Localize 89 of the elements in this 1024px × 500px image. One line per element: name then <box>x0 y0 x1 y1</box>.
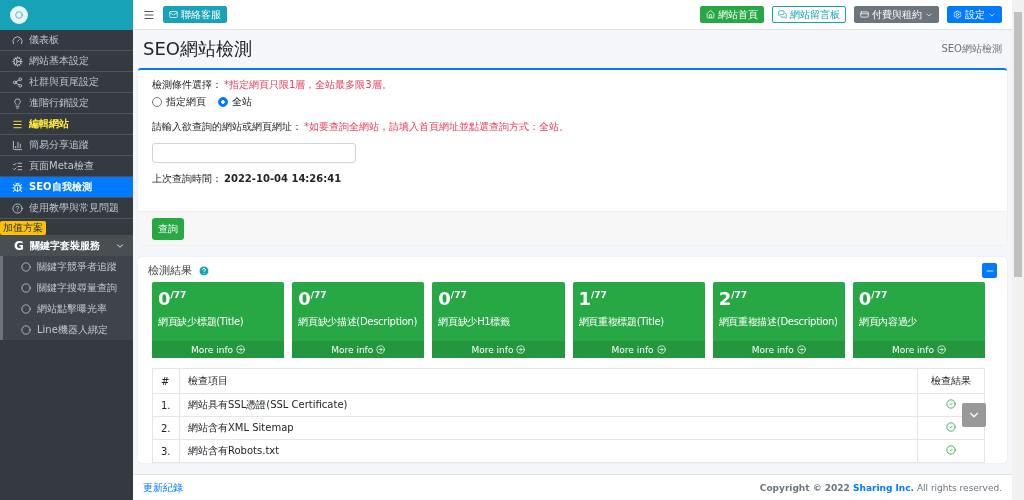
nav-button[interactable]: 網站首頁 <box>700 6 764 23</box>
condition-label: 檢測條件選擇： <box>152 78 222 92</box>
table-cell: 網站具有SSL憑證(SSL Certificate) <box>179 393 918 417</box>
card-icon <box>860 10 869 19</box>
hint-text: *如要查詢全網站，請填入首頁網址並點選查詢方式：全站。 <box>304 120 569 134</box>
collapse-button[interactable] <box>982 263 997 278</box>
sidebar-subitem[interactable]: 關鍵字搜尋量查詢 <box>0 277 133 298</box>
more-info-link[interactable]: More info <box>292 341 425 358</box>
sidebar-subitem[interactable]: Line機器人綁定 <box>0 319 133 340</box>
stat-label: 網頁重複描述(Description) <box>717 315 839 329</box>
check-icon <box>946 422 956 432</box>
table-cell: 1. <box>152 393 180 417</box>
table-cell: 3. <box>152 439 180 463</box>
list-icon <box>12 160 23 172</box>
settings-icon <box>953 10 962 19</box>
gauge-icon <box>12 34 23 46</box>
home-icon <box>706 10 715 19</box>
logo[interactable] <box>10 6 28 24</box>
more-info-link[interactable]: More info <box>152 341 285 358</box>
radio-icon[interactable] <box>152 97 162 107</box>
stat-value: 0$^{/77}$ <box>157 287 188 309</box>
lightbulb-icon <box>12 97 23 109</box>
stat-label: 網頁缺少標題(Title) <box>157 315 245 329</box>
help-icon[interactable] <box>198 264 210 277</box>
stat-label: 網頁重複標題(Title) <box>577 315 665 329</box>
more-info-link[interactable]: More info <box>432 341 565 358</box>
radio-icon[interactable] <box>218 97 228 107</box>
arrow-circle-icon <box>656 345 666 354</box>
arrow-circle-icon <box>376 345 386 354</box>
gears-icon <box>12 55 23 67</box>
url-field[interactable] <box>152 143 356 163</box>
chat-icon <box>778 10 787 19</box>
query-button[interactable]: 查詢 <box>152 218 184 240</box>
copyright-text: Copyright © 2022 Sharing Inc. All rights reserved. <box>759 482 1002 493</box>
last-query-time: 2022-10-04 14:26:41 <box>224 173 342 184</box>
scroll-down-button[interactable] <box>962 403 986 427</box>
check-icon <box>946 445 956 455</box>
stat-value: 0$^{/77}$ <box>857 287 889 309</box>
column-header: 檢查項目 <box>179 368 918 394</box>
bars-icon <box>12 118 23 130</box>
scrollbar[interactable] <box>1012 0 1024 500</box>
hint-text: *指定網頁只限1層，全站最多限3層。 <box>224 78 392 92</box>
column-header: # <box>152 368 180 394</box>
more-info-link[interactable]: More info <box>852 341 985 358</box>
circle-icon <box>21 303 31 314</box>
share-icon <box>12 76 23 88</box>
stat-value: 2$^{/77}$ <box>717 287 748 309</box>
arrow-circle-icon <box>936 345 946 354</box>
column-header: 檢查結果 <box>917 368 985 394</box>
stat-label: 網頁缺少描述(Description) <box>297 315 419 329</box>
arrow-circle-icon <box>516 345 526 354</box>
radio-option[interactable]: 全站 <box>218 95 252 109</box>
stat-label: 網頁缺少H1標籤 <box>437 315 511 329</box>
more-info-link[interactable]: More info <box>712 341 845 358</box>
sidebar-subitem[interactable]: 網站點擊曝光率 <box>0 298 133 319</box>
sidebar-subitem[interactable]: 關鍵字競爭者追蹤 <box>0 256 133 277</box>
nav-button[interactable]: 付費與租約 <box>854 6 939 23</box>
breadcrumb[interactable]: SEO網站檢測 <box>941 42 1002 56</box>
section-badge: 加值方案 <box>0 221 46 235</box>
table-cell: 網站含有XML Sitemap <box>179 416 918 440</box>
table-cell: 網站含有Robots.txt <box>179 439 918 463</box>
stat-value: 0$^{/77}$ <box>297 287 328 309</box>
stat-value: 0$^{/77}$ <box>437 287 468 309</box>
more-info-link[interactable]: More info <box>572 341 705 358</box>
sidebar-item[interactable]: SEO自我檢測 <box>0 177 133 198</box>
mail-icon <box>169 10 178 19</box>
arrow-circle-icon <box>796 345 806 354</box>
results-title: 檢測結果 <box>148 263 192 278</box>
sidebar-group[interactable]: G 關鍵字套裝服務 <box>0 235 133 256</box>
menu-icon[interactable] <box>143 8 155 21</box>
changelog-link[interactable]: 更新紀錄 <box>143 480 183 495</box>
url-label: 請輸入欲查詢的網站或網頁網址： <box>152 120 302 134</box>
nav-button[interactable]: 網站留言板 <box>772 6 846 23</box>
circle-icon <box>21 324 31 335</box>
radio-option[interactable]: 指定網頁 <box>152 95 206 109</box>
arrow-circle-icon <box>236 345 246 354</box>
stat-value: 1$^{/77}$ <box>577 287 608 309</box>
bar-chart-icon <box>12 139 23 151</box>
g-letter-icon: G <box>14 238 24 253</box>
stat-label: 網頁內容過少 <box>857 315 919 329</box>
question-icon <box>12 202 23 214</box>
check-icon <box>946 399 956 409</box>
bug-icon <box>12 181 23 193</box>
circle-icon <box>21 282 31 293</box>
page-title: SEO網站檢測 <box>143 37 252 61</box>
nav-button[interactable]: 設定 <box>947 6 1002 23</box>
circle-icon <box>21 261 31 272</box>
last-query-label: 上次查詢時間： <box>152 172 222 186</box>
table-cell: 2. <box>152 416 180 440</box>
